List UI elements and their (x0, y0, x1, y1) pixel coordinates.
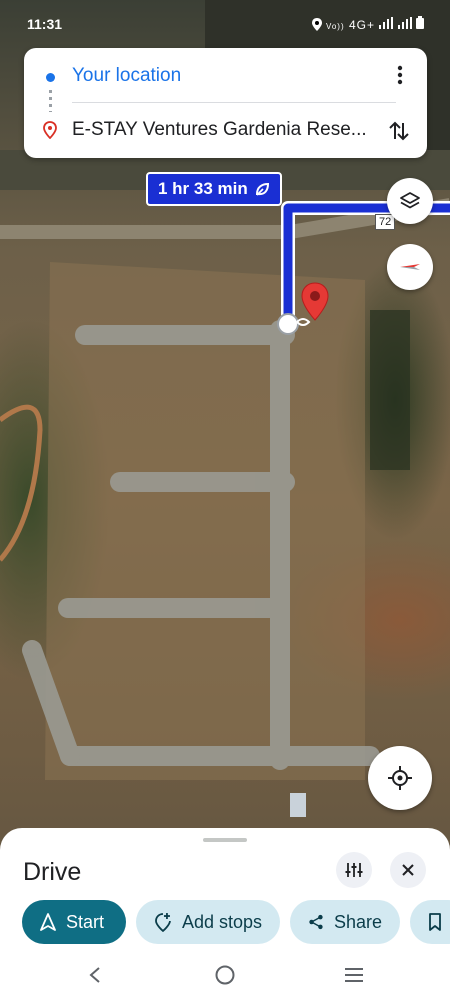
bookmark-icon (429, 913, 441, 931)
home-button[interactable] (210, 962, 240, 988)
origin-dot-icon (46, 73, 55, 82)
signal-icon (379, 17, 394, 29)
eta-text: 1 hr 33 min (158, 179, 248, 198)
signal-icon-2 (397, 17, 412, 29)
status-bar: 11:31 Vo)) 4G+ (0, 0, 450, 48)
layers-button[interactable] (387, 178, 433, 224)
save-button[interactable] (410, 900, 450, 944)
start-label: Start (66, 911, 105, 932)
compass-icon (400, 264, 420, 270)
origin-field[interactable]: Your location (72, 65, 372, 87)
status-icons: Vo)) 4G+ (311, 16, 424, 32)
location-icon (311, 18, 322, 31)
add-stops-label: Add stops (181, 911, 262, 932)
tune-icon (345, 863, 363, 877)
compass-button[interactable] (387, 244, 433, 290)
more-options-button[interactable] (389, 64, 411, 86)
destination-field[interactable]: E-STAY Ventures Gardenia Rese... (72, 119, 372, 141)
pin-icon (301, 282, 329, 321)
back-button[interactable] (80, 962, 110, 988)
start-button[interactable]: Start (22, 900, 126, 944)
origin-row[interactable]: Your location (24, 51, 427, 101)
more-vert-icon (397, 65, 403, 85)
close-button[interactable] (390, 852, 426, 888)
divider (72, 102, 396, 103)
layers-icon (400, 192, 420, 209)
close-icon (402, 864, 414, 876)
status-time: 11:31 (27, 16, 63, 32)
eta-bubble[interactable]: 1 hr 33 min (146, 172, 282, 206)
battery-icon (416, 16, 424, 29)
directions-card: Your location E-STAY Ventures Gardenia R… (24, 48, 427, 158)
recenter-button[interactable] (368, 746, 432, 810)
share-label: Share (333, 911, 382, 932)
navigation-arrow-icon (40, 913, 56, 931)
system-nav-bar (0, 950, 450, 1000)
sheet-title: Drive (23, 858, 82, 886)
drag-handle[interactable] (203, 838, 247, 842)
my-location-icon (388, 766, 412, 790)
share-button[interactable]: Share (290, 900, 400, 944)
volte-icon: Vo)) (325, 22, 345, 31)
destination-row[interactable]: E-STAY Ventures Gardenia Rese... (24, 105, 427, 155)
destination-pin[interactable] (300, 282, 330, 322)
action-chips: Start Add stops Share (22, 900, 450, 944)
swap-button[interactable] (387, 119, 411, 143)
recents-button[interactable] (339, 962, 369, 988)
share-icon (309, 914, 323, 930)
add-stops-button[interactable]: Add stops (136, 900, 280, 944)
eco-leaf-icon (255, 182, 269, 196)
recents-icon (345, 968, 363, 982)
swap-vertical-icon (389, 121, 409, 141)
home-circle-icon (215, 965, 235, 985)
add-location-icon (155, 913, 171, 932)
network-type: 4G+ (348, 18, 375, 32)
back-chevron-icon (89, 967, 100, 983)
destination-pin-icon (43, 121, 57, 139)
route-options-button[interactable] (336, 852, 372, 888)
